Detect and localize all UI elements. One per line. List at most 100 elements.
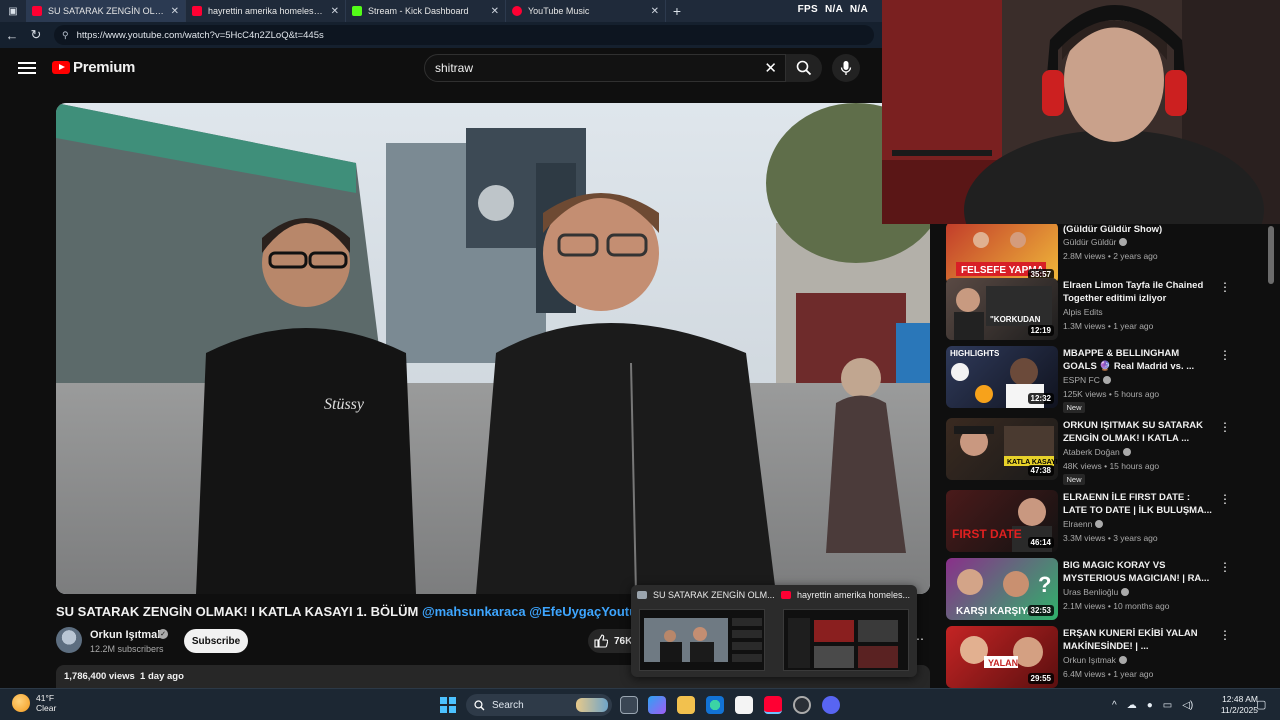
more-options-icon[interactable]: ⋮ bbox=[1219, 281, 1231, 293]
channel-name[interactable]: Orkun Işıtmak bbox=[1063, 655, 1127, 665]
more-options-icon[interactable]: ⋮ bbox=[1219, 561, 1231, 573]
clear-search-icon[interactable]: ✕ bbox=[764, 59, 777, 77]
video-title[interactable]: Elraen Limon Tayfa ile Chained Together … bbox=[1063, 279, 1213, 305]
video-duration: 29:55 bbox=[1027, 673, 1054, 684]
close-icon[interactable]: ✕ bbox=[491, 6, 499, 17]
webcam-feed bbox=[882, 0, 1280, 224]
video-thumbnail[interactable]: HIGHLIGHTS 12:32 bbox=[946, 346, 1058, 408]
discord-icon[interactable] bbox=[822, 696, 840, 714]
video-thumbnail[interactable]: FELSEFE YAPMA 35:57 bbox=[946, 224, 1058, 284]
site-info-icon[interactable]: ⚲ bbox=[62, 30, 69, 41]
video-thumbnail[interactable]: KATLA KASAYI 47:38 bbox=[946, 418, 1058, 480]
sidebar-scrollbar[interactable] bbox=[1268, 226, 1274, 284]
menu-icon[interactable] bbox=[16, 59, 38, 77]
recommended-video[interactable]: HIGHLIGHTS 12:32 MBAPPE & BELLINGHAM GOA… bbox=[946, 346, 1276, 413]
search-highlight-icon bbox=[576, 698, 608, 712]
more-options-icon[interactable]: ⋮ bbox=[1219, 349, 1231, 361]
youtube-icon bbox=[781, 591, 791, 599]
channel-name[interactable]: Alpis Edits bbox=[1063, 307, 1103, 317]
more-options-icon[interactable]: ⋮ bbox=[1219, 421, 1231, 433]
video-title[interactable]: BIG MAGIC KORAY VS MYSTERIOUS MAGICIAN! … bbox=[1063, 559, 1213, 585]
recommended-video[interactable]: ? KARŞI KARŞIYA 32:53 BIG MAGIC KORAY VS … bbox=[946, 558, 1276, 622]
file-explorer-icon[interactable] bbox=[677, 696, 695, 714]
recommended-video[interactable]: KATLA KASAYI 47:38 ORKUN IŞITMAK SU SATA… bbox=[946, 418, 1276, 485]
video-title[interactable]: ELRAENN İLE FIRST DATE : LATE TO DATE | … bbox=[1063, 491, 1213, 517]
video-title[interactable]: (Güldür Güldür Show) bbox=[1063, 224, 1213, 236]
recommended-video[interactable]: YALAN 29:55 ERŞAN KUNERİ EKİBİ YALAN MAK… bbox=[946, 626, 1276, 688]
tab-title: SU SATARAK ZENGİN OLMAK! I K bbox=[48, 6, 167, 16]
more-options-icon[interactable]: ⋮ bbox=[1219, 629, 1231, 641]
svg-text:FIRST DATE: FIRST DATE bbox=[952, 527, 1022, 541]
close-icon[interactable]: ✕ bbox=[651, 6, 659, 17]
video-thumbnail[interactable]: "KORKUDAN 12:19 bbox=[946, 278, 1058, 340]
channel-avatar[interactable] bbox=[56, 627, 82, 653]
browser-tab-1[interactable]: SU SATARAK ZENGİN OLMAK! I K ✕ bbox=[26, 0, 186, 22]
browser-tab-4[interactable]: YouTube Music ✕ bbox=[506, 0, 666, 22]
edge-browser-icon[interactable] bbox=[706, 696, 724, 714]
new-tab-button[interactable]: + bbox=[666, 0, 688, 22]
window-preview-item[interactable]: hayrettin amerika homeles... bbox=[775, 585, 915, 677]
channel-name[interactable]: Uras Benlioğlu bbox=[1063, 587, 1130, 597]
notification-bell-icon[interactable]: ▢ bbox=[1256, 698, 1266, 711]
video-thumbnail[interactable]: YALAN 29:55 bbox=[946, 626, 1058, 688]
back-arrow-icon[interactable]: ← bbox=[0, 22, 24, 48]
svg-text:?: ? bbox=[1038, 572, 1051, 597]
mention-link[interactable]: @mahsunkaraca bbox=[422, 604, 526, 619]
close-icon[interactable]: ✕ bbox=[331, 6, 339, 17]
recommended-video[interactable]: FIRST DATE 46:14 ELRAENN İLE FIRST DATE … bbox=[946, 490, 1276, 554]
youtube-icon bbox=[192, 6, 202, 16]
chevron-up-icon[interactable]: ^ bbox=[1112, 700, 1117, 711]
svg-text:YALAN: YALAN bbox=[988, 658, 1018, 668]
windows-start-icon[interactable] bbox=[440, 697, 456, 713]
video-thumbnail[interactable]: FIRST DATE 46:14 bbox=[946, 490, 1058, 552]
view-meta: 2.8M views • 2 years ago bbox=[1063, 251, 1158, 261]
video-duration: 32:53 bbox=[1027, 605, 1054, 616]
url-field[interactable]: ⚲ https://www.youtube.com/watch?v=5HcC4n… bbox=[54, 25, 874, 45]
video-thumbnail[interactable]: ? KARŞI KARŞIYA 32:53 bbox=[946, 558, 1058, 620]
taskbar-search-label: Search bbox=[492, 699, 524, 711]
video-duration: 12:19 bbox=[1027, 325, 1054, 336]
fps-value-2: N/A bbox=[849, 4, 868, 15]
youtube-app-icon[interactable] bbox=[764, 696, 782, 714]
system-clock[interactable]: 12:48 AM 11/2/2025 bbox=[1208, 694, 1258, 716]
reload-icon[interactable]: ↻ bbox=[24, 22, 48, 48]
channel-name[interactable]: Ataberk Doğan bbox=[1063, 447, 1131, 457]
verified-check-icon bbox=[1118, 656, 1127, 664]
channel-name[interactable]: ESPN FC bbox=[1063, 375, 1111, 385]
search-input[interactable]: shitraw ✕ bbox=[424, 54, 786, 82]
weather-widget[interactable]: 41°F Clear bbox=[12, 693, 56, 713]
voice-search-button[interactable] bbox=[832, 54, 860, 82]
widgets-app-icon[interactable] bbox=[648, 696, 666, 714]
recommendations-sidebar: FELSEFE YAPMA 35:57 (Güldür Güldür Show)… bbox=[930, 224, 1280, 688]
video-title[interactable]: ERŞAN KUNERİ EKİBİ YALAN MAKİNESİNDE! | … bbox=[1063, 627, 1213, 653]
recommended-video[interactable]: "KORKUDAN 12:19 Elraen Limon Tayfa ile C… bbox=[946, 278, 1276, 342]
microsoft-store-icon[interactable] bbox=[735, 696, 753, 714]
browser-address-bar: ← ↻ ⚲ https://www.youtube.com/watch?v=5H… bbox=[0, 22, 882, 48]
recommended-video[interactable]: FELSEFE YAPMA 35:57 (Güldür Güldür Show)… bbox=[946, 224, 1276, 286]
close-icon[interactable]: ✕ bbox=[171, 6, 179, 17]
obs-studio-icon[interactable] bbox=[793, 696, 811, 714]
volume-icon[interactable]: ◁) bbox=[1182, 700, 1193, 711]
task-view-icon[interactable] bbox=[620, 696, 638, 714]
tab-title: hayrettin amerika homeless - You bbox=[208, 6, 327, 16]
taskbar-search-box[interactable]: Search bbox=[466, 694, 612, 716]
video-title[interactable]: MBAPPE & BELLINGHAM GOALS 🔮 Real Madrid … bbox=[1063, 347, 1213, 373]
network-icon[interactable]: ▭ bbox=[1163, 700, 1172, 711]
video-player[interactable]: Stüssy bbox=[56, 103, 930, 594]
url-text: https://www.youtube.com/watch?v=5HcC4n2Z… bbox=[76, 29, 324, 41]
browser-tab-3[interactable]: Stream - Kick Dashboard ✕ bbox=[346, 0, 506, 22]
microphone-icon[interactable]: ● bbox=[1147, 700, 1153, 711]
youtube-premium-logo[interactable]: Premium bbox=[52, 59, 135, 76]
video-title[interactable]: ORKUN IŞITMAK SU SATARAK ZENGİN OLMAK! I… bbox=[1063, 419, 1213, 445]
channel-name[interactable]: Güldür Güldür bbox=[1063, 237, 1128, 247]
channel-name[interactable]: Orkun Işıtmak bbox=[90, 629, 163, 641]
window-preview-item[interactable]: SU SATARAK ZENGİN OLM... bbox=[631, 585, 775, 677]
cloud-icon[interactable]: ☁ bbox=[1127, 700, 1137, 711]
channel-name[interactable]: Elraenn bbox=[1063, 519, 1104, 529]
browser-tab-2[interactable]: hayrettin amerika homeless - You ✕ bbox=[186, 0, 346, 22]
subscribe-button[interactable]: Subscribe bbox=[184, 629, 248, 653]
tab-actions-menu-button[interactable]: ▣ bbox=[0, 0, 26, 22]
view-count-and-date: 1,786,400 views 1 day ago bbox=[64, 671, 184, 682]
more-options-icon[interactable]: ⋮ bbox=[1219, 493, 1231, 505]
search-button[interactable] bbox=[786, 54, 822, 82]
